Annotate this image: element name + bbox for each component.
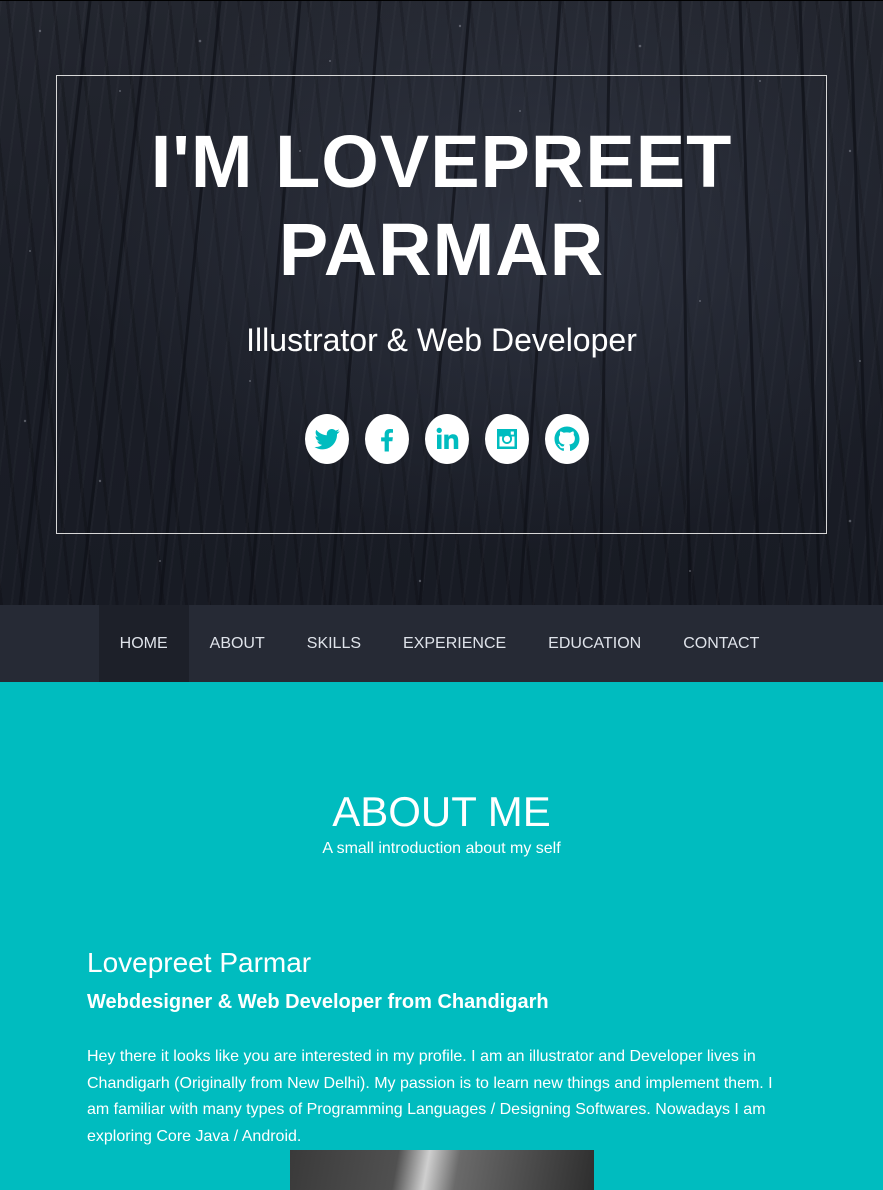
about-subtitle: A small introduction about my self [322,840,561,857]
facebook-icon [380,429,393,452]
about-section: ABOUT ME A small introduction about my s… [0,682,883,1190]
linkedin-link[interactable] [424,414,469,464]
hero-frame: I'M LOVEPREET PARMAR Illustrator & Web D… [56,75,827,534]
main-navigation: HOME ABOUT SKILLS EXPERIENCE EDUCATION C… [0,605,883,682]
github-link[interactable] [544,414,589,464]
github-icon [554,426,579,451]
nav-about[interactable]: ABOUT [189,605,286,682]
hero-name: I'M LOVEPREET PARMAR [57,118,826,294]
nav-home[interactable]: HOME [98,605,189,682]
twitter-link[interactable] [304,414,349,464]
instagram-link[interactable] [484,414,529,464]
facebook-link[interactable] [364,414,409,464]
instagram-icon [496,429,517,449]
hero-role: Illustrator & Web Developer [246,322,637,358]
hero-name-line-2: PARMAR [278,208,605,291]
twitter-icon [314,429,339,450]
linkedin-icon [436,427,458,449]
about-title: ABOUT ME [332,788,551,835]
bio-name: Lovepreet Parmar [87,947,312,978]
nav-skills[interactable]: SKILLS [286,605,382,682]
bio-text: Hey there it looks like you are interest… [87,1048,773,1145]
nav-experience[interactable]: EXPERIENCE [382,605,527,682]
nav-education[interactable]: EDUCATION [527,605,662,682]
hero-name-line-1: I'M LOVEPREET [150,120,733,203]
hero-section: I'M LOVEPREET PARMAR Illustrator & Web D… [0,0,883,605]
nav-contact[interactable]: CONTACT [662,605,780,682]
bio-role: Webdesigner & Web Developer from Chandig… [87,991,549,1013]
profile-photo [290,1150,594,1190]
social-links [57,414,826,464]
